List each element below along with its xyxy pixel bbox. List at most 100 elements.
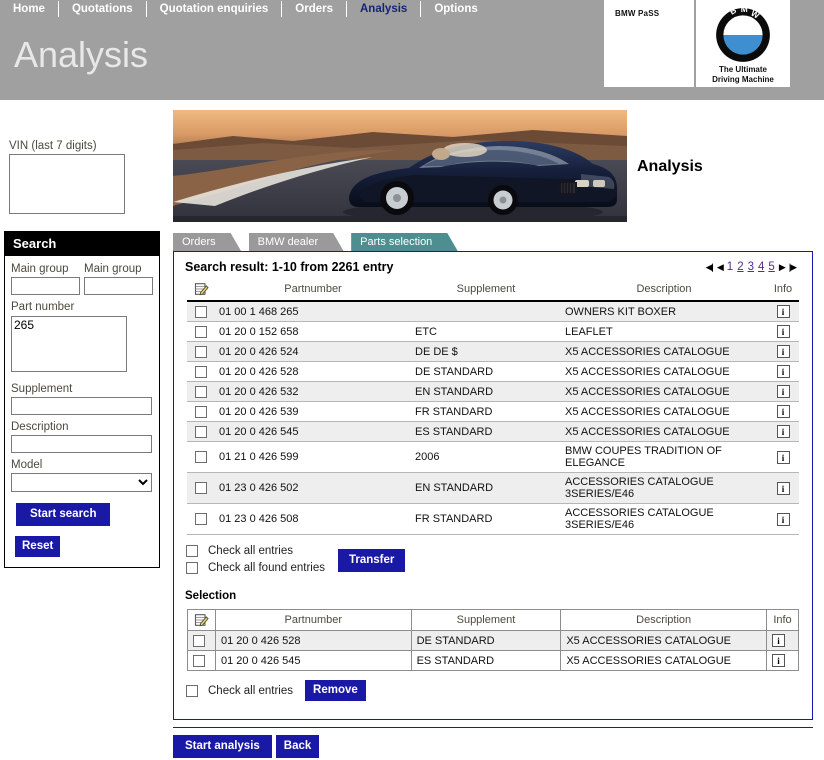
- nav-item-quotation-enquiries[interactable]: Quotation enquiries: [147, 0, 282, 18]
- pagination-page-3[interactable]: 3: [748, 261, 754, 273]
- nav-item-options[interactable]: Options: [421, 0, 490, 18]
- cell-supplement: 2006: [411, 441, 561, 473]
- pagination-prev-icon[interactable]: ◀: [717, 262, 724, 273]
- main-group-1-input[interactable]: [11, 277, 80, 295]
- cell-description: X5 ACCESSORIES CATALOGUE: [561, 361, 767, 382]
- info-icon[interactable]: i: [776, 450, 790, 464]
- cell-partnumber: 01 20 0 426 532: [215, 381, 411, 402]
- cell-description: BMW COUPES TRADITION OF ELEGANCE: [561, 441, 767, 473]
- info-cell: i: [767, 341, 799, 362]
- row-checkbox[interactable]: [195, 513, 207, 526]
- check-all-entries-line: Check all entries: [186, 545, 812, 557]
- info-icon[interactable]: i: [776, 325, 790, 338]
- edit-pencil-icon: [194, 283, 209, 296]
- column-header-supplement: Supplement: [411, 280, 561, 302]
- info-cell: i: [767, 421, 799, 442]
- model-select[interactable]: [11, 473, 152, 492]
- info-cell: i: [767, 472, 799, 504]
- row-checkbox[interactable]: [193, 654, 205, 667]
- row-checkbox-cell: [187, 472, 215, 504]
- selection-check-all-label[interactable]: Check all entries: [208, 685, 293, 697]
- info-icon[interactable]: i: [771, 634, 785, 647]
- table-row: 01 20 0 426 524 DE DE $ X5 ACCESSORIES CAT…: [187, 341, 799, 362]
- tab-bmw-dealer[interactable]: BMW dealer: [249, 233, 345, 252]
- cell-partnumber: 01 20 0 426 528: [215, 361, 411, 382]
- row-checkbox[interactable]: [195, 305, 207, 318]
- info-icon[interactable]: i: [776, 305, 790, 318]
- pagination: ◀| ◀ 1 2 3 4 5 ▶ |▶: [706, 261, 797, 273]
- info-icon[interactable]: i: [776, 345, 790, 358]
- info-cell: i: [765, 630, 800, 651]
- column-header-info: Info: [767, 280, 799, 302]
- pagination-page-2[interactable]: 2: [737, 261, 743, 273]
- start-search-button[interactable]: Start search: [16, 503, 111, 526]
- part-number-input[interactable]: 265: [11, 316, 127, 372]
- results-header: Search result: 1-10 from 2261 entry ◀| ◀ 1…: [174, 252, 812, 280]
- row-checkbox[interactable]: [195, 482, 207, 495]
- info-icon[interactable]: i: [771, 654, 785, 667]
- nav-item-orders[interactable]: Orders: [282, 0, 346, 18]
- selection-column-header-description: Description: [560, 609, 767, 631]
- pagination-page-1[interactable]: 1: [727, 261, 733, 273]
- selection-header-row: Partnumber Supplement Description Info: [187, 609, 800, 631]
- nav-item-home[interactable]: Home: [0, 0, 58, 18]
- row-checkbox[interactable]: [195, 405, 207, 418]
- info-cell: i: [767, 503, 799, 535]
- row-checkbox-cell: [187, 301, 215, 322]
- cell-partnumber: 01 23 0 426 508: [215, 503, 411, 535]
- cell-supplement: EN STANDARD: [411, 381, 561, 402]
- pagination-page-5[interactable]: 5: [768, 261, 774, 273]
- info-icon[interactable]: i: [776, 385, 790, 398]
- column-header-description: Description: [561, 280, 767, 302]
- check-all-entries-label[interactable]: Check all entries: [208, 545, 293, 557]
- page-title: Analysis: [14, 34, 149, 75]
- check-all-found-entries-label[interactable]: Check all found entries: [208, 562, 325, 574]
- row-checkbox[interactable]: [193, 634, 205, 647]
- pagination-next-icon[interactable]: ▶: [779, 262, 786, 273]
- vin-input[interactable]: [9, 154, 125, 214]
- cell-partnumber: 01 21 0 426 599: [215, 441, 411, 473]
- cell-description: LEAFLET: [561, 321, 767, 342]
- cell-supplement: FR STANDARD: [411, 503, 561, 535]
- selection-column-header-partnumber: Partnumber: [214, 609, 412, 631]
- info-icon[interactable]: i: [776, 512, 790, 526]
- main-group-2-input[interactable]: [84, 277, 153, 295]
- check-all-found-entries-checkbox[interactable]: [186, 562, 198, 574]
- pagination-last-icon[interactable]: |▶: [789, 262, 797, 273]
- info-icon[interactable]: i: [776, 365, 790, 378]
- info-icon[interactable]: i: [776, 481, 790, 495]
- nav-item-analysis[interactable]: Analysis: [347, 0, 420, 18]
- row-checkbox[interactable]: [195, 451, 207, 464]
- transfer-button[interactable]: Transfer: [338, 549, 406, 572]
- supplement-input[interactable]: [11, 397, 152, 415]
- description-input[interactable]: [11, 435, 152, 453]
- reset-button[interactable]: Reset: [15, 536, 61, 557]
- nav-item-quotations[interactable]: Quotations: [59, 0, 146, 18]
- cell-partnumber: 01 20 0 426 545: [215, 421, 411, 442]
- main-group-2-label: Main group: [84, 263, 142, 275]
- cell-partnumber: 01 00 1 468 265: [215, 301, 411, 322]
- check-all-entries-checkbox[interactable]: [186, 545, 198, 557]
- back-button[interactable]: Back: [275, 735, 320, 758]
- row-checkbox[interactable]: [195, 385, 207, 398]
- tab-parts-selection[interactable]: Parts selection: [351, 233, 458, 252]
- selection-check-all-checkbox[interactable]: [186, 684, 198, 697]
- bmw-pass-logo-text: BMW PaSS: [615, 9, 660, 18]
- pagination-first-icon[interactable]: ◀|: [706, 262, 714, 273]
- info-icon[interactable]: i: [776, 425, 790, 438]
- tab-orders[interactable]: Orders: [173, 233, 242, 252]
- row-checkbox[interactable]: [195, 345, 207, 358]
- info-icon[interactable]: i: [776, 405, 790, 418]
- row-checkbox[interactable]: [195, 425, 207, 438]
- remove-button[interactable]: Remove: [305, 680, 366, 701]
- description-label: Description: [11, 421, 69, 433]
- cell-supplement: [411, 301, 561, 322]
- row-checkbox[interactable]: [195, 365, 207, 378]
- start-analysis-button[interactable]: Start analysis: [173, 735, 272, 758]
- pagination-page-4[interactable]: 4: [758, 261, 764, 273]
- cell-partnumber: 01 20 0 426 528: [214, 630, 412, 651]
- search-panel-title: Search: [5, 232, 159, 256]
- part-number-block: Part number 265: [11, 301, 153, 377]
- row-checkbox[interactable]: [195, 325, 207, 338]
- cell-supplement: DE DE $: [411, 341, 561, 362]
